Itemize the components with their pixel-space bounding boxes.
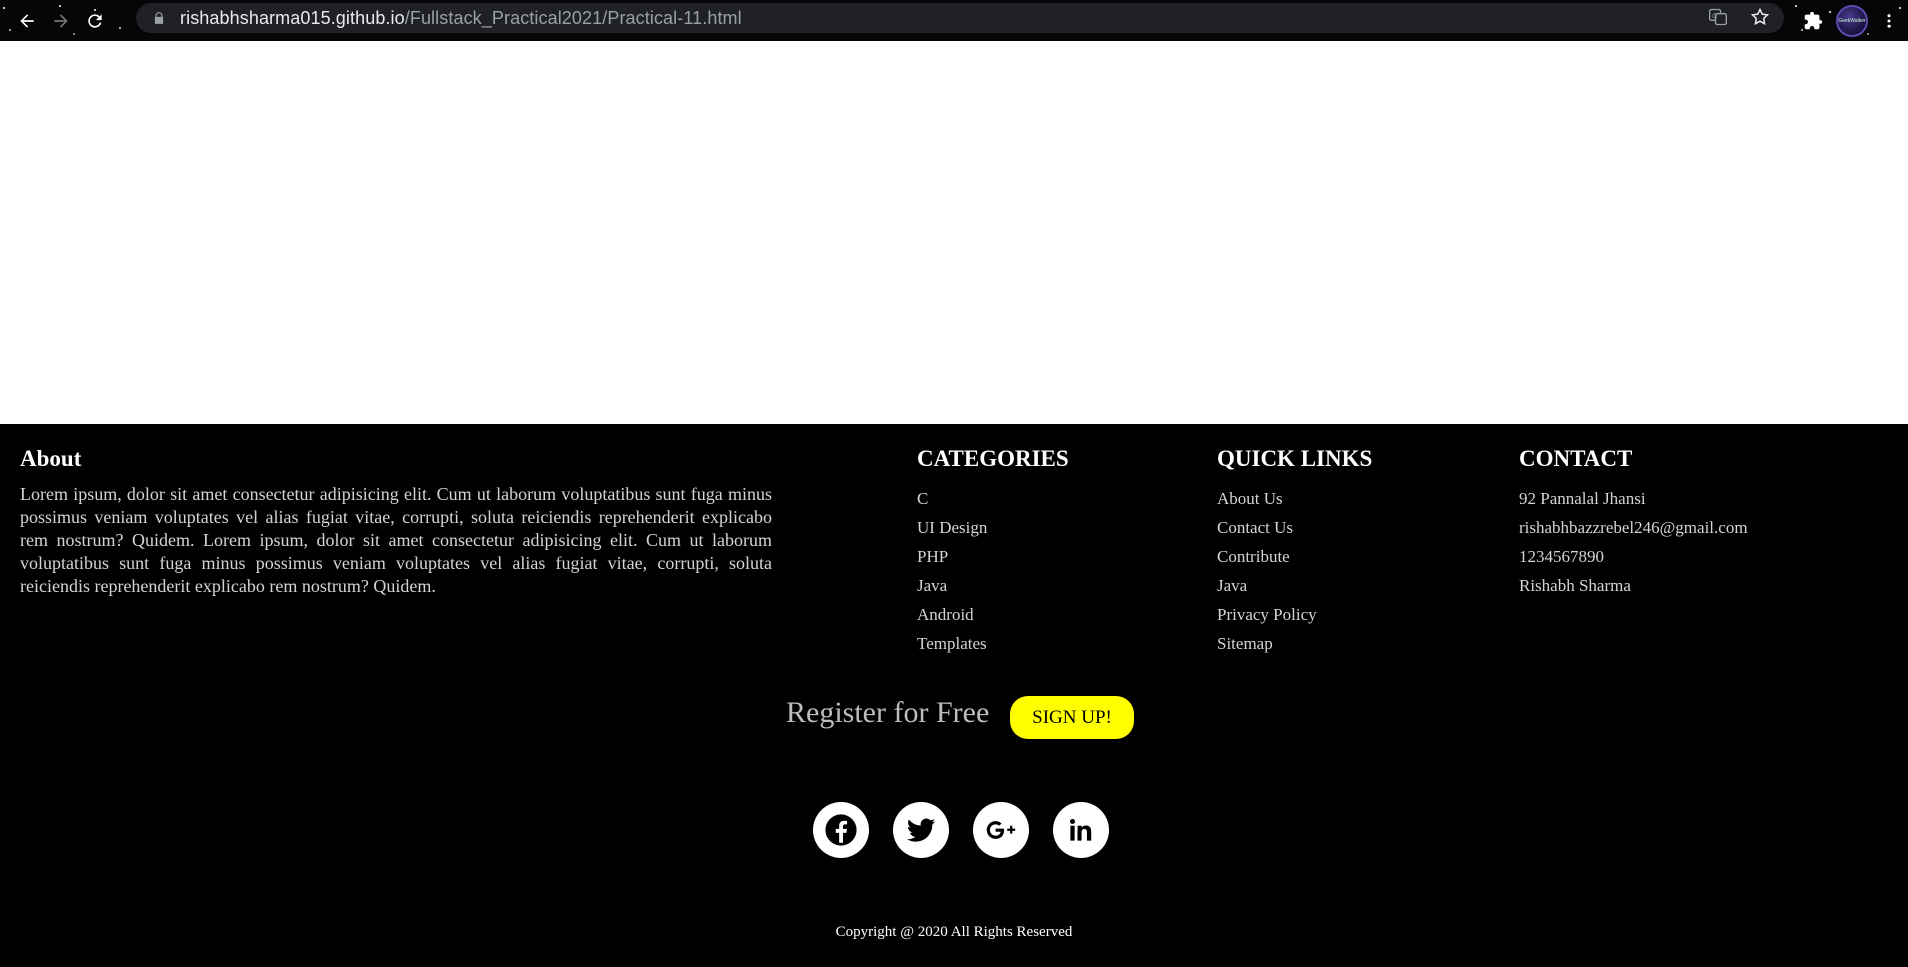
categories-list: C UI Design PHP Java Android Templates — [917, 484, 987, 658]
profile-avatar[interactable]: GeekWalker — [1836, 4, 1868, 37]
url-text: rishabhsharma015.github.io/Fullstack_Pra… — [180, 7, 742, 28]
extensions-puzzle-icon[interactable] — [1802, 10, 1824, 32]
contact-name: Rishabh Sharma — [1519, 576, 1631, 595]
google-plus-icon — [986, 821, 1016, 839]
facebook-icon — [825, 814, 857, 846]
contact-address: 92 Pannalal Jhansi — [1519, 489, 1646, 508]
reload-icon — [88, 13, 102, 28]
lock-icon — [154, 12, 164, 24]
category-link-ui-design[interactable]: UI Design — [917, 513, 987, 542]
quick-link-java[interactable]: Java — [1217, 571, 1317, 600]
contact-email: rishabhbazzrebel246@gmail.com — [1519, 518, 1748, 537]
category-link-android[interactable]: Android — [917, 600, 987, 629]
svg-text:G: G — [1712, 13, 1717, 20]
category-link-c[interactable]: C — [917, 484, 987, 513]
arrow-left-icon — [20, 13, 34, 28]
copyright-text: Copyright @ 2020 All Rights Reserved — [835, 924, 1073, 940]
category-link-php[interactable]: PHP — [917, 542, 987, 571]
address-bar[interactable]: rishabhsharma015.github.io/Fullstack_Pra… — [136, 3, 1784, 33]
translate-icon[interactable]: G — [1708, 7, 1728, 27]
menu-kebab-icon[interactable] — [1880, 10, 1898, 32]
quick-link-about-us[interactable]: About Us — [1217, 484, 1317, 513]
contact-phone: 1234567890 — [1519, 547, 1604, 566]
arrow-right-icon — [54, 13, 68, 28]
about-text: Lorem ipsum, dolor sit amet consectetur … — [20, 484, 772, 596]
back-button[interactable] — [10, 4, 44, 38]
twitter-icon — [906, 818, 936, 842]
page-main-content — [0, 41, 1908, 424]
quick-link-contribute[interactable]: Contribute — [1217, 542, 1317, 571]
about-heading: About — [20, 446, 82, 471]
quick-links-heading: QUICK LINKS — [1217, 446, 1373, 471]
signup-button[interactable]: SIGN UP! — [1010, 696, 1134, 739]
quick-link-contact-us[interactable]: Contact Us — [1217, 513, 1317, 542]
quick-links-list: About Us Contact Us Contribute Java Priv… — [1217, 484, 1317, 658]
browser-toolbar: rishabhsharma015.github.io/Fullstack_Pra… — [0, 0, 1908, 41]
bookmark-star-icon[interactable] — [1750, 7, 1770, 27]
category-link-templates[interactable]: Templates — [917, 629, 987, 658]
forward-button[interactable] — [44, 4, 78, 38]
google-plus-link[interactable] — [973, 802, 1029, 858]
linkedin-icon — [1069, 818, 1092, 841]
register-text: Register for Free — [786, 696, 990, 729]
contact-list: 92 Pannalal Jhansi rishabhbazzrebel246@g… — [1519, 484, 1748, 600]
quick-link-privacy-policy[interactable]: Privacy Policy — [1217, 600, 1317, 629]
site-footer: About Lorem ipsum, dolor sit amet consec… — [0, 424, 1908, 967]
facebook-link[interactable] — [813, 802, 869, 858]
linkedin-link[interactable] — [1053, 802, 1109, 858]
contact-heading: CONTACT — [1519, 446, 1633, 471]
categories-heading: CATEGORIES — [917, 446, 1069, 471]
twitter-link[interactable] — [893, 802, 949, 858]
quick-link-sitemap[interactable]: Sitemap — [1217, 629, 1317, 658]
category-link-java[interactable]: Java — [917, 571, 987, 600]
reload-button[interactable] — [78, 4, 112, 38]
